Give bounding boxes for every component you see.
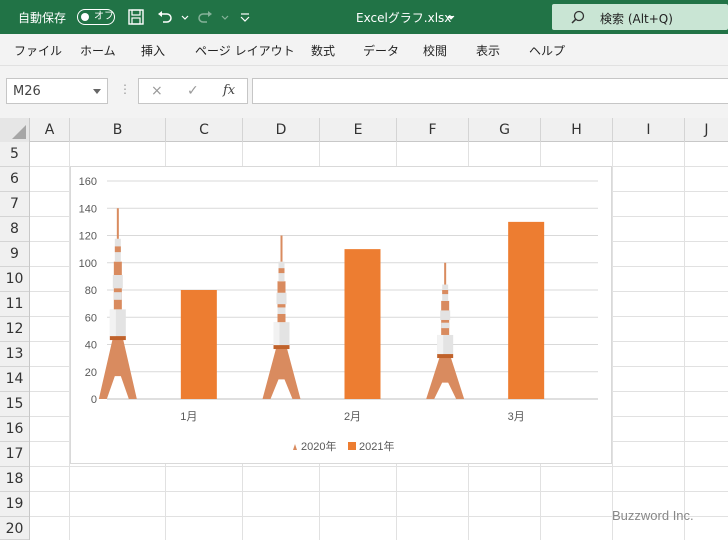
name-box-dropdown-icon[interactable] — [93, 89, 101, 94]
search-text: 検索 (Alt+Q) — [600, 12, 673, 26]
title-bar: 自動保存 オフ Excelグラフ.xlsx 検索 (Alt+Q) — [0, 0, 728, 34]
tab-review[interactable]: 校閲 — [423, 42, 447, 59]
bar-2021-2 — [344, 249, 381, 399]
search-icon — [570, 9, 586, 25]
row-header-13[interactable]: 13 — [0, 342, 29, 367]
bar-2021-3 — [508, 221, 545, 399]
chart-area[interactable]: 0 20 40 60 80 100 120 140 160 1月 2月 3月 2020年 2021年 — [70, 166, 612, 464]
select-all-button[interactable] — [0, 118, 30, 142]
column-header-j[interactable]: J — [685, 118, 728, 142]
row-header-9[interactable]: 9 — [0, 242, 29, 267]
name-box-value: M26 — [13, 84, 41, 99]
cancel-icon[interactable]: × — [151, 83, 163, 99]
legend-label-2021: 2021年 — [359, 439, 394, 453]
row-header-8[interactable]: 8 — [0, 217, 29, 242]
row-header-10[interactable]: 10 — [0, 267, 29, 292]
redo-dropdown-icon[interactable] — [216, 8, 229, 26]
row-header-5[interactable]: 5 — [0, 142, 29, 167]
formula-input[interactable] — [252, 78, 728, 104]
autosave-toggle[interactable]: オフ — [77, 9, 115, 25]
x-tick-label: 1月 — [180, 411, 197, 423]
save-icon[interactable] — [127, 8, 145, 26]
row-header-15[interactable]: 15 — [0, 392, 29, 417]
row-header-16[interactable]: 16 — [0, 417, 29, 442]
column-header-c[interactable]: C — [166, 118, 243, 142]
undo-icon[interactable] — [156, 8, 174, 26]
y-tick-label: 100 — [79, 258, 97, 270]
column-header-a[interactable]: A — [30, 118, 70, 142]
search-box[interactable]: 検索 (Alt+Q) — [552, 4, 728, 30]
chart-svg: 0 20 40 60 80 100 120 140 160 1月 2月 3月 2020年 2021年 — [79, 176, 598, 453]
undo-dropdown-icon[interactable] — [176, 8, 189, 26]
row-header-20[interactable]: 20 — [0, 517, 29, 540]
redo-icon[interactable] — [196, 8, 214, 26]
y-tick-label: 0 — [91, 394, 97, 406]
customize-toolbar-icon[interactable] — [236, 8, 250, 26]
legend-marker-2020 — [293, 444, 297, 450]
column-header-i[interactable]: I — [613, 118, 685, 142]
y-tick-label: 160 — [79, 176, 97, 188]
autosave-label: 自動保存 — [18, 11, 67, 25]
name-box[interactable]: M26 — [6, 78, 108, 104]
y-tick-label: 60 — [85, 312, 97, 324]
x-tick-label: 2月 — [344, 411, 361, 423]
toggle-knob — [81, 13, 89, 21]
more-options-icon[interactable]: ⋮ — [119, 82, 131, 96]
tab-file[interactable]: ファイル — [14, 42, 62, 59]
column-header-b[interactable]: B — [70, 118, 166, 142]
filename-dropdown-icon[interactable] — [442, 8, 455, 26]
y-tick-label: 80 — [85, 285, 97, 297]
legend-label-2020: 2020年 — [301, 439, 336, 453]
row-header-19[interactable]: 19 — [0, 492, 29, 517]
grid-line — [30, 466, 728, 467]
insert-function-icon[interactable]: fx — [223, 83, 235, 98]
column-header-h[interactable]: H — [541, 118, 613, 142]
y-tick-label: 20 — [85, 367, 97, 379]
row-header-17[interactable]: 17 — [0, 442, 29, 467]
tab-help[interactable]: ヘルプ — [529, 42, 565, 59]
formula-bar: M26 ⋮ × ✓ fx — [0, 66, 728, 118]
select-all-icon — [12, 125, 26, 139]
column-header-e[interactable]: E — [320, 118, 397, 142]
column-header-f[interactable]: F — [397, 118, 469, 142]
row-header-18[interactable]: 18 — [0, 467, 29, 492]
tower-bar-1 — [98, 208, 137, 399]
tab-formulas[interactable]: 数式 — [311, 42, 335, 59]
x-tick-label: 3月 — [508, 411, 525, 423]
row-header-11[interactable]: 11 — [0, 292, 29, 317]
row-headers: 5 6 7 8 9 10 11 12 13 14 15 16 17 18 19 … — [0, 142, 30, 540]
grid-line — [30, 491, 728, 492]
tab-page-layout[interactable]: ページ レイアウト — [195, 42, 295, 59]
row-header-14[interactable]: 14 — [0, 367, 29, 392]
enter-icon[interactable]: ✓ — [187, 83, 199, 99]
tab-insert[interactable]: 挿入 — [141, 42, 165, 59]
y-tick-label: 40 — [85, 340, 97, 352]
file-name[interactable]: Excelグラフ.xlsx — [356, 9, 451, 26]
tab-view[interactable]: 表示 — [476, 42, 500, 59]
tab-data[interactable]: データ — [363, 42, 399, 59]
column-headers: A B C D E F G H I J — [0, 118, 728, 142]
toggle-text: オフ — [94, 11, 114, 22]
row-header-7[interactable]: 7 — [0, 192, 29, 217]
column-header-d[interactable]: D — [243, 118, 320, 142]
watermark: Buzzword Inc. — [612, 508, 694, 523]
row-header-12[interactable]: 12 — [0, 317, 29, 342]
tab-home[interactable]: ホーム — [80, 42, 116, 59]
row-header-6[interactable]: 6 — [0, 167, 29, 192]
bar-2021-1 — [180, 290, 217, 399]
y-tick-label: 120 — [79, 231, 97, 243]
y-tick-label: 140 — [79, 203, 97, 215]
formula-buttons: × ✓ fx — [138, 78, 248, 104]
ribbon-tabs: ファイル ホーム 挿入 ページ レイアウト 数式 データ 校閲 表示 ヘルプ — [0, 34, 728, 66]
column-header-g[interactable]: G — [469, 118, 541, 142]
legend-marker-2021 — [348, 442, 356, 450]
tower-bar-3 — [426, 262, 465, 399]
